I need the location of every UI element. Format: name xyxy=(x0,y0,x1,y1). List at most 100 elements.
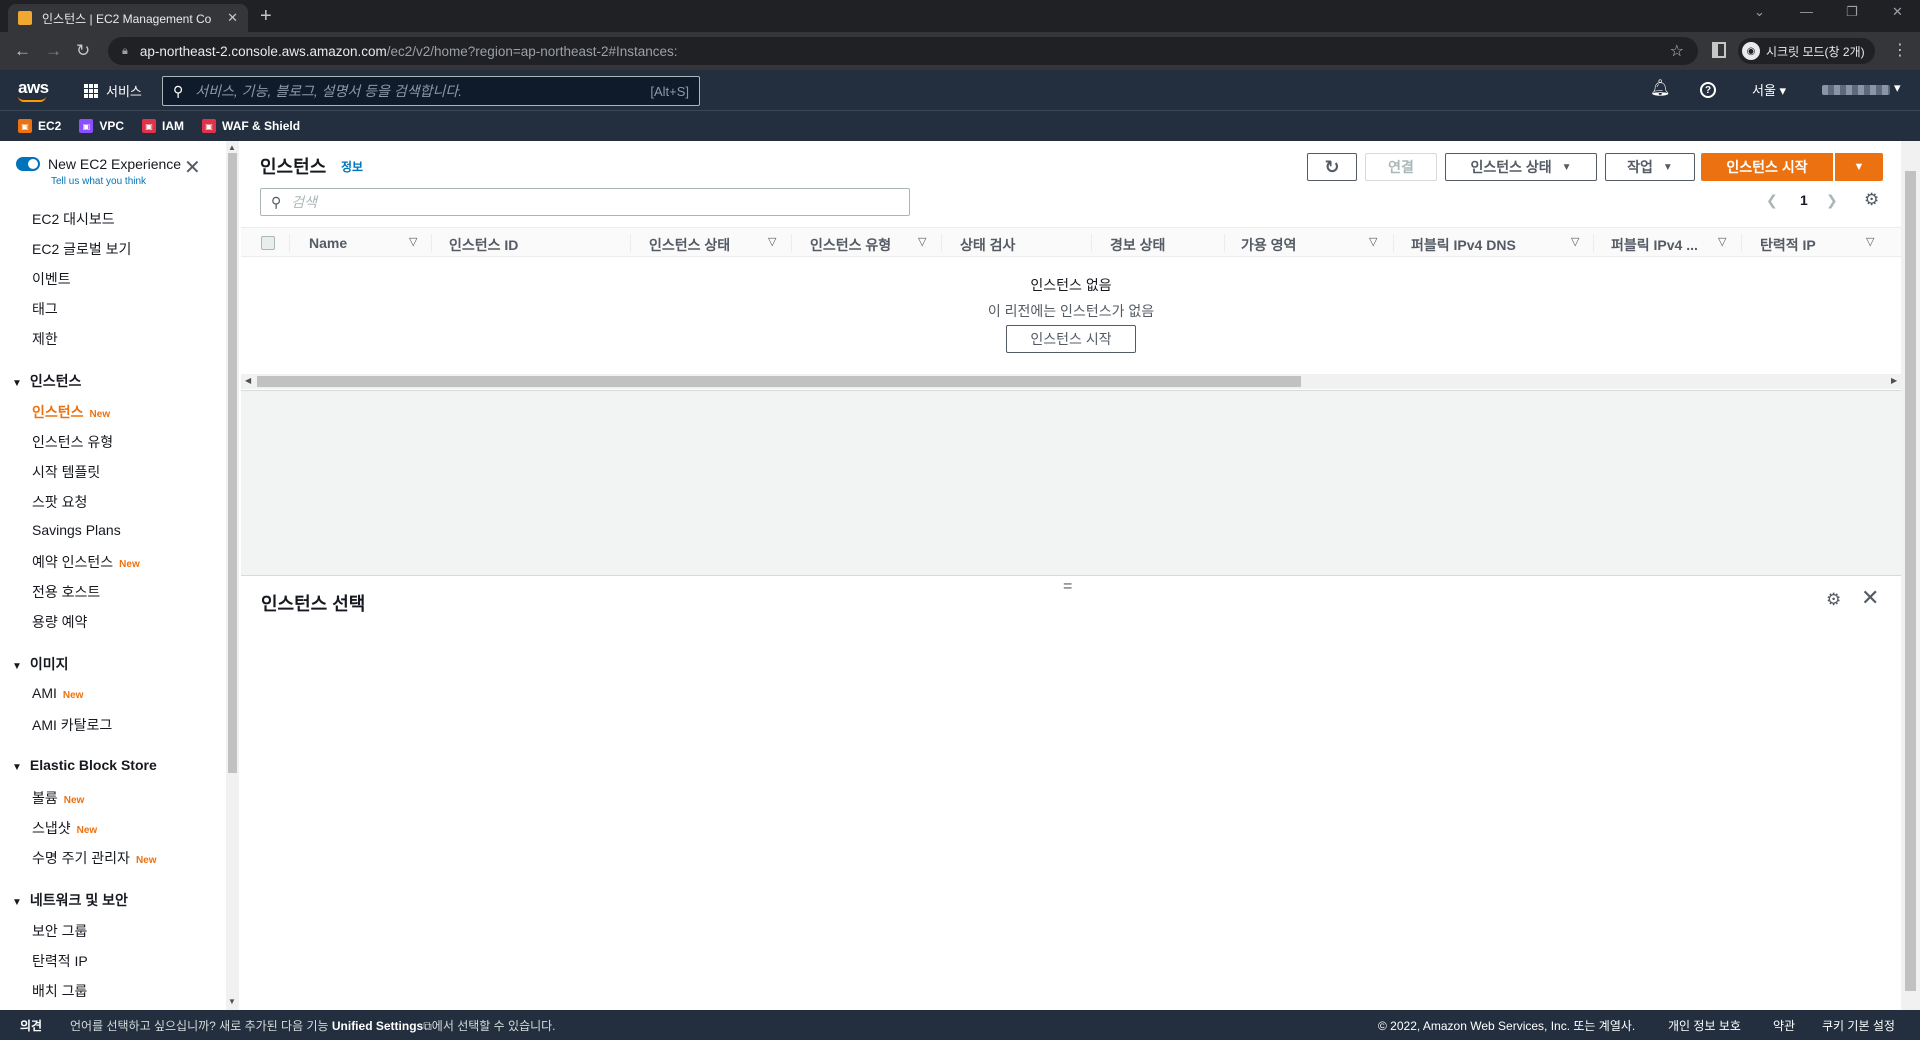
favorite-waf-shield[interactable]: ▣ WAF & Shield xyxy=(202,119,300,133)
sort-icon[interactable]: ▽ xyxy=(1369,235,1377,248)
page-number[interactable]: 1 xyxy=(1800,192,1808,208)
sidebar-item-savings-plans[interactable]: Savings Plans xyxy=(32,522,121,538)
forward-icon[interactable]: → xyxy=(45,41,62,61)
close-tab-icon[interactable]: ✕ xyxy=(227,10,238,26)
help-icon[interactable]: ? xyxy=(1700,82,1716,98)
sidebar-item-launch-templates[interactable]: 시작 템플릿 xyxy=(32,462,100,482)
sidebar-scrollbar[interactable]: ▲ ▼ xyxy=(226,141,239,1010)
bookmark-star-icon[interactable]: ☆ xyxy=(1670,41,1684,61)
sidebar-item-global-view[interactable]: EC2 글로벌 보기 xyxy=(32,239,131,259)
scrollbar-thumb[interactable] xyxy=(1905,171,1916,991)
column-header-alarm-status[interactable]: 경보 상태 xyxy=(1110,235,1165,255)
instance-search-input[interactable]: ⚲ 검색 xyxy=(260,188,910,216)
scroll-up-icon[interactable]: ▲ xyxy=(228,143,236,152)
sort-icon[interactable]: ▽ xyxy=(918,235,926,248)
minimize-icon[interactable]: — xyxy=(1800,4,1813,19)
address-bar[interactable]: 🔒︎ ap-northeast-2.console.aws.amazon.com… xyxy=(108,37,1698,65)
feedback-link[interactable]: Tell us what you think xyxy=(51,176,146,187)
gear-icon[interactable]: ⚙ xyxy=(1864,190,1879,210)
sidebar-item-volumes[interactable]: 볼륨 New xyxy=(32,788,84,808)
incognito-indicator[interactable]: ◉ 시크릿 모드(창 2개) xyxy=(1738,38,1875,64)
privacy-link[interactable]: 개인 정보 보호 xyxy=(1668,1017,1741,1034)
sidebar-item-spot-requests[interactable]: 스팟 요청 xyxy=(32,492,87,512)
previous-page-icon[interactable]: ❮ xyxy=(1766,192,1778,209)
main-scrollbar[interactable] xyxy=(1901,141,1920,1010)
column-header-instance-type[interactable]: 인스턴스 유형 xyxy=(810,235,891,255)
favorite-iam[interactable]: ▣ IAM xyxy=(142,119,184,133)
refresh-button[interactable]: ↻ xyxy=(1307,153,1357,181)
sidebar-section-instances[interactable]: ▼ 인스턴스 xyxy=(12,371,81,391)
browser-menu-icon[interactable]: ⋮ xyxy=(1892,40,1908,60)
scrollbar-thumb[interactable] xyxy=(228,153,237,773)
lock-icon[interactable]: 🔒︎ xyxy=(122,45,128,58)
launch-dropdown-button[interactable]: ▼ xyxy=(1835,153,1883,181)
sidebar-item-dedicated-hosts[interactable]: 전용 호스트 xyxy=(32,582,100,602)
sort-icon[interactable]: ▽ xyxy=(768,235,776,248)
column-header-name[interactable]: Name xyxy=(309,235,347,251)
column-header-elastic-ip[interactable]: 탄력적 IP xyxy=(1760,235,1816,255)
sidebar-item-reserved-instances[interactable]: 예약 인스턴스 New xyxy=(32,552,140,572)
sidebar-section-ebs[interactable]: ▼ Elastic Block Store xyxy=(12,757,157,773)
sidebar-item-capacity-reservations[interactable]: 용량 예약 xyxy=(32,612,87,632)
services-menu-button[interactable]: 서비스 xyxy=(84,81,142,100)
close-sidebar-icon[interactable]: ✕ xyxy=(184,158,201,178)
column-header-instance-id[interactable]: 인스턴스 ID xyxy=(449,235,518,255)
aws-search-input[interactable]: ⚲ 서비스, 기능, 블로그, 설명서 등을 검색합니다. [Alt+S] xyxy=(162,76,700,106)
sidebar-item-security-groups[interactable]: 보안 그룹 xyxy=(32,921,87,941)
scrollbar-thumb[interactable] xyxy=(257,376,1301,387)
cookie-preferences-link[interactable]: 쿠키 기본 설정 xyxy=(1822,1017,1895,1034)
sidebar-item-dashboard[interactable]: EC2 대시보드 xyxy=(32,209,115,229)
scroll-right-icon[interactable]: ▶ xyxy=(1891,376,1897,385)
sidebar-item-tags[interactable]: 태그 xyxy=(32,299,58,319)
bell-icon[interactable]: 🔔︎ xyxy=(1650,78,1670,98)
sidebar-item-elastic-ips[interactable]: 탄력적 IP xyxy=(32,951,88,971)
sidebar-item-instances[interactable]: 인스턴스 New xyxy=(32,402,110,422)
next-page-icon[interactable]: ❯ xyxy=(1826,192,1838,209)
scroll-down-icon[interactable]: ▼ xyxy=(228,997,236,1006)
column-header-availability-zone[interactable]: 가용 영역 xyxy=(1241,235,1296,255)
resize-handle-icon[interactable]: = xyxy=(1063,578,1072,596)
connect-button[interactable]: 연결 xyxy=(1365,153,1437,181)
sidebar-section-network-security[interactable]: ▼ 네트워크 및 보안 xyxy=(12,890,128,910)
side-panel-icon[interactable] xyxy=(1712,42,1726,58)
info-link[interactable]: 정보 xyxy=(341,158,363,175)
sort-icon[interactable]: ▽ xyxy=(409,235,417,248)
sidebar-item-ami[interactable]: AMI New xyxy=(32,685,83,701)
empty-launch-button[interactable]: 인스턴스 시작 xyxy=(1006,325,1136,353)
aws-logo[interactable]: aws xyxy=(18,78,49,102)
tab-search-icon[interactable]: ⌄ xyxy=(1754,4,1765,20)
window-close-icon[interactable]: ✕ xyxy=(1892,4,1903,20)
sidebar-item-placement-groups[interactable]: 배치 그룹 xyxy=(32,981,87,1001)
sidebar-item-limits[interactable]: 제한 xyxy=(32,329,58,349)
column-header-public-ipv4-address[interactable]: 퍼블릭 IPv4 ... xyxy=(1611,235,1698,255)
sidebar-item-events[interactable]: 이벤트 xyxy=(32,269,71,289)
launch-instances-button[interactable]: 인스턴스 시작 xyxy=(1701,153,1833,181)
new-experience-toggle[interactable] xyxy=(16,157,40,171)
region-selector[interactable]: 서울 ▾ xyxy=(1752,80,1786,99)
sort-icon[interactable]: ▽ xyxy=(1718,235,1726,248)
feedback-button[interactable]: 의견 xyxy=(20,1017,42,1034)
sidebar-item-lifecycle-manager[interactable]: 수명 주기 관리자 New xyxy=(32,848,157,868)
account-menu[interactable] xyxy=(1822,85,1890,95)
sidebar-item-ami-catalog[interactable]: AMI 카탈로그 xyxy=(32,715,112,735)
instance-state-button[interactable]: 인스턴스 상태 ▼ xyxy=(1445,153,1597,181)
unified-settings-link[interactable]: Unified Settings xyxy=(332,1019,423,1033)
account-caret-icon[interactable]: ▾ xyxy=(1894,80,1901,96)
restore-icon[interactable]: ❐ xyxy=(1846,4,1858,20)
column-header-public-ipv4-dns[interactable]: 퍼블릭 IPv4 DNS xyxy=(1411,235,1516,255)
sidebar-section-images[interactable]: ▼ 이미지 xyxy=(12,654,69,674)
favorite-vpc[interactable]: ▣ VPC xyxy=(79,119,124,133)
table-horizontal-scrollbar[interactable]: ◀ ▶ xyxy=(241,374,1901,389)
sort-icon[interactable]: ▽ xyxy=(1571,235,1579,248)
new-tab-button[interactable]: + xyxy=(260,5,272,28)
sidebar-item-instance-types[interactable]: 인스턴스 유형 xyxy=(32,432,113,452)
back-icon[interactable]: ← xyxy=(14,41,31,61)
gear-icon[interactable]: ⚙ xyxy=(1826,590,1841,610)
sort-icon[interactable]: ▽ xyxy=(1866,235,1874,248)
close-icon[interactable]: ✕ xyxy=(1861,587,1879,609)
sidebar-item-snapshots[interactable]: 스냅샷 New xyxy=(32,818,97,838)
column-header-status-check[interactable]: 상태 검사 xyxy=(960,235,1015,255)
browser-tab[interactable]: 인스턴스 | EC2 Management Co ✕ xyxy=(8,4,248,32)
scroll-left-icon[interactable]: ◀ xyxy=(245,376,251,385)
terms-link[interactable]: 약관 xyxy=(1773,1017,1795,1034)
